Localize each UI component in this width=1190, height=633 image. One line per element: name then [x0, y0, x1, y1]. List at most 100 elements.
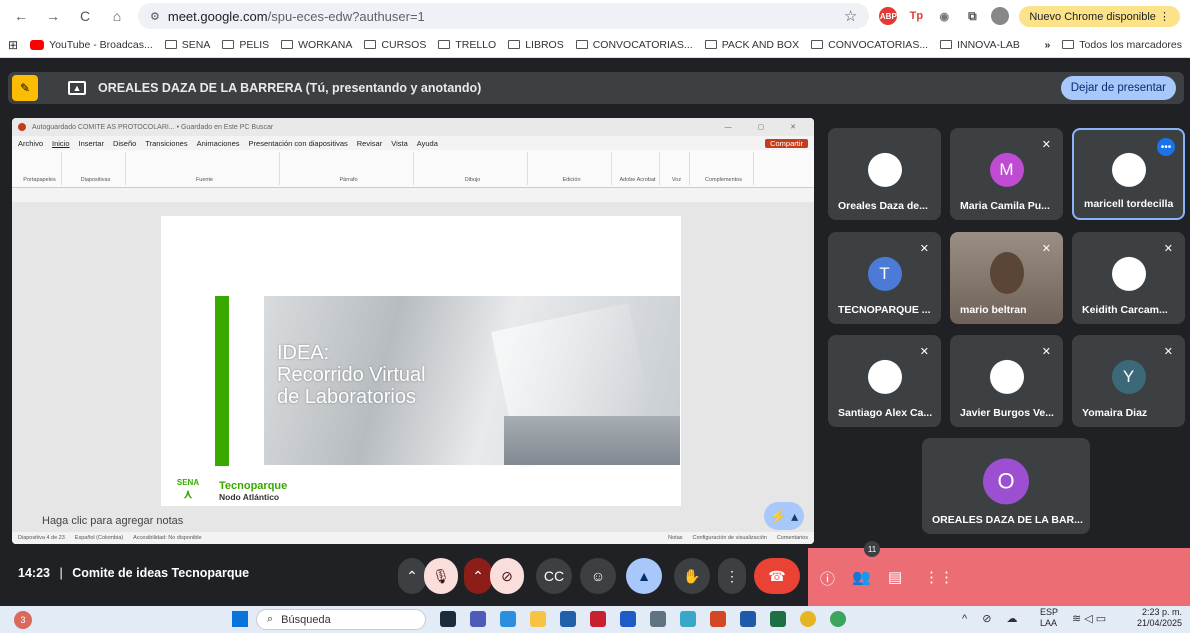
participant-tile[interactable]: Santiago Alex Ca... ✕	[828, 335, 941, 427]
status-language[interactable]: Español (Colombia)	[75, 535, 123, 541]
bookmark-item[interactable]: INNOVA-LAB	[940, 39, 1020, 51]
taskbar-search[interactable]: ⌕ Búsqueda	[256, 609, 426, 630]
ribbon-group[interactable]: Fuente	[130, 152, 280, 185]
menu-insertar[interactable]: Insertar	[79, 139, 104, 148]
annotation-tools-button[interactable]: ⚡ ▴	[764, 502, 804, 530]
system-tray-icons[interactable]: ^ ⊘ ☁	[962, 612, 1024, 625]
windows-start-icon[interactable]	[232, 611, 248, 627]
clock[interactable]: 2:23 p. m. 21/04/2025	[1137, 607, 1182, 629]
participant-tile[interactable]: Oreales Daza de...	[828, 128, 941, 220]
participant-tile[interactable]: T TECNOPARQUE ... ✕	[828, 232, 941, 324]
taskbar-app-icon[interactable]	[470, 611, 486, 627]
bookmark-item[interactable]: PACK AND BOX	[704, 39, 799, 51]
bookmark-star-icon[interactable]: ☆	[844, 7, 857, 25]
taskbar-app-icon[interactable]	[710, 611, 726, 627]
bookmark-item[interactable]: WORKANA	[281, 39, 352, 51]
taskbar-app-icon[interactable]	[680, 611, 696, 627]
apps-grid-icon[interactable]: ⊞	[8, 38, 18, 52]
raise-hand-button[interactable]: ✋	[674, 558, 710, 594]
status-view[interactable]: Configuración de visualización	[693, 535, 767, 541]
notes-placeholder[interactable]: Haga clic para agregar notas	[42, 515, 183, 527]
chrome-update-button[interactable]: Nuevo Chrome disponible ⋮	[1019, 5, 1180, 27]
taskbar-app-icon[interactable]	[650, 611, 666, 627]
participant-video-tile[interactable]: mario beltran ✕	[950, 232, 1063, 324]
chrome-icon[interactable]	[830, 611, 846, 627]
ribbon-group[interactable]: Edición	[532, 152, 612, 185]
chrome-icon[interactable]	[800, 611, 816, 627]
menu-archivo[interactable]: Archivo	[18, 139, 43, 148]
extension-record-icon[interactable]: ◉	[935, 7, 954, 25]
taskbar-app-icon[interactable]	[440, 611, 456, 627]
audio-options-button[interactable]: ⌃	[398, 558, 426, 594]
forward-icon[interactable]: →	[42, 8, 64, 24]
chat-icon[interactable]: ▤	[888, 568, 902, 586]
ribbon-group[interactable]: Párrafo	[284, 152, 414, 185]
ribbon-group[interactable]: Adobe Acrobat	[616, 152, 660, 185]
status-accessibility[interactable]: Accesibilidad: No disponible	[133, 535, 201, 541]
profile-avatar[interactable]	[991, 7, 1010, 25]
bookmark-item[interactable]: LIBROS	[508, 39, 564, 51]
participant-tile[interactable]: maricell tordecilla •••	[1072, 128, 1185, 220]
ribbon-group[interactable]: Portapapeles	[18, 152, 62, 185]
self-tile[interactable]: O OREALES DAZA DE LA BAR...	[922, 438, 1090, 534]
stop-presenting-button[interactable]: Dejar de presentar	[1060, 76, 1176, 100]
ribbon-group[interactable]: Voz	[664, 152, 690, 185]
status-comments[interactable]: Comentarios	[777, 535, 808, 541]
menu-revisar[interactable]: Revisar	[357, 139, 382, 148]
ribbon-group[interactable]: Dibujo	[418, 152, 528, 185]
ribbon-group[interactable]: Diapositivas	[66, 152, 126, 185]
activities-icon[interactable]: ⋮⋮	[924, 568, 954, 586]
menu-ayuda[interactable]: Ayuda	[417, 139, 438, 148]
ribbon-group[interactable]: Complementos	[694, 152, 754, 185]
video-options-button[interactable]: ⌃	[464, 558, 492, 594]
site-info-icon[interactable]: ⚙	[150, 10, 160, 23]
taskbar-app-icon[interactable]	[620, 611, 636, 627]
bookmark-item[interactable]: SENA	[164, 39, 210, 51]
taskbar-app-icon[interactable]	[560, 611, 576, 627]
bookmark-item[interactable]: TRELLO	[438, 39, 496, 51]
bookmark-item[interactable]: CONVOCATORIAS...	[811, 39, 928, 51]
extension-tp-icon[interactable]: Tp	[907, 7, 926, 25]
present-button[interactable]: ▲	[626, 558, 662, 594]
participant-tile[interactable]: Javier Burgos Ve... ✕	[950, 335, 1063, 427]
bookmark-item[interactable]: CONVOCATORIAS...	[575, 39, 693, 51]
all-bookmarks-button[interactable]: Todos los marcadores	[1062, 39, 1182, 51]
taskbar-app-icon[interactable]	[740, 611, 756, 627]
participant-tile[interactable]: Y Yomaira Diaz ✕	[1072, 335, 1185, 427]
emoji-button[interactable]: ☺	[580, 558, 616, 594]
info-icon[interactable]: ⓘ	[820, 568, 835, 589]
taskbar-app-icon[interactable]	[770, 611, 786, 627]
camera-off-button[interactable]: ⊘	[490, 558, 524, 594]
annotate-icon[interactable]: ✎	[12, 75, 38, 101]
more-options-button[interactable]: ⋮	[718, 558, 746, 594]
network-volume-battery-icons[interactable]: ≋ ◁ ▭	[1072, 612, 1106, 625]
taskbar-app-icon[interactable]	[590, 611, 606, 627]
slide[interactable]: IDEA: Recorrido Virtual de Laboratorios …	[161, 216, 681, 506]
menu-diseno[interactable]: Diseño	[113, 139, 136, 148]
extensions-puzzle-icon[interactable]: ⧉	[963, 7, 982, 25]
language-indicator[interactable]: ESP LAA	[1040, 607, 1058, 629]
menu-presentacion[interactable]: Presentación con diapositivas	[249, 139, 348, 148]
bookmarks-overflow-button[interactable]: »	[1044, 39, 1050, 51]
people-icon[interactable]: 👥	[852, 568, 871, 586]
taskbar-app-icon[interactable]	[530, 611, 546, 627]
window-controls[interactable]: — ▢ ✕	[725, 123, 808, 131]
adblock-icon[interactable]: ABP	[879, 7, 898, 25]
menu-animaciones[interactable]: Animaciones	[197, 139, 240, 148]
menu-inicio[interactable]: Inicio	[52, 139, 70, 148]
home-icon[interactable]: ⌂	[106, 8, 128, 24]
participant-tile[interactable]: Keidith Carcam... ✕	[1072, 232, 1185, 324]
bookmark-item[interactable]: CURSOS	[364, 39, 426, 51]
bookmark-item[interactable]: PELIS	[222, 39, 269, 51]
taskbar-app-icon[interactable]	[500, 611, 516, 627]
reload-icon[interactable]: C	[74, 8, 96, 24]
share-button[interactable]: Compartir	[765, 138, 808, 148]
menu-vista[interactable]: Vista	[391, 139, 408, 148]
bookmark-item[interactable]: YouTube - Broadcas...	[30, 39, 153, 51]
back-icon[interactable]: ←	[10, 8, 32, 24]
address-bar[interactable]: ⚙ meet.google.com/spu-eces-edw?authuser=…	[138, 3, 870, 29]
captions-button[interactable]: CC	[536, 558, 572, 594]
mic-button[interactable]: 🎙	[424, 558, 458, 594]
more-options-icon[interactable]: •••	[1157, 138, 1175, 156]
participant-tile[interactable]: M Maria Camila Pu... ✕	[950, 128, 1063, 220]
